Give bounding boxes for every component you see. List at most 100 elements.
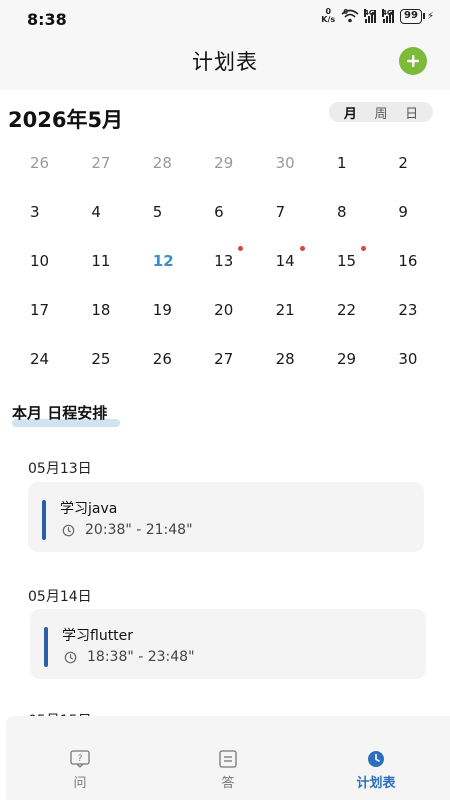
calendar-day-number: 27 (91, 154, 111, 172)
calendar-day[interactable]: 29 (192, 140, 253, 189)
calendar-day[interactable]: 20 (192, 287, 253, 336)
bottom-nav: ? 问 答 计划表 (6, 716, 450, 800)
calendar-day[interactable]: 1 (315, 140, 376, 189)
calendar-day-number: 20 (214, 301, 234, 319)
calendar-day-number: 14 (275, 252, 295, 270)
calendar-day-number: 3 (30, 203, 40, 221)
month-title: 2026年5月 (8, 108, 124, 132)
view-day-tab[interactable]: 日 (405, 103, 418, 122)
net-speed-unit: K/s (321, 15, 336, 24)
calendar-day[interactable]: 17 (8, 287, 69, 336)
net-speed: 0 K/s (321, 8, 335, 24)
calendar-day[interactable]: 28 (131, 140, 192, 189)
event-name: 学习java (60, 501, 118, 517)
calendar-day[interactable]: 13 (192, 238, 253, 287)
nav-label: 计划表 (356, 776, 396, 791)
calendar-day-number: 11 (91, 252, 111, 270)
calendar-day[interactable]: 27 (69, 140, 130, 189)
calendar-day[interactable]: 28 (254, 336, 315, 385)
battery-level: 99 (400, 8, 422, 24)
calendar-day[interactable]: 18 (69, 287, 130, 336)
calendar-day-number: 12 (152, 252, 174, 270)
calendar-day-number: 23 (398, 301, 418, 319)
calendar-day[interactable]: 16 (376, 238, 437, 287)
nav-item-plan[interactable]: 计划表 (302, 716, 450, 800)
calendar-day[interactable]: 3 (8, 189, 69, 238)
calendar-day[interactable]: 23 (376, 287, 437, 336)
nav-item-question[interactable]: ? 问 (6, 716, 154, 800)
calendar-day[interactable]: 22 (315, 287, 376, 336)
calendar-day-number: 9 (398, 203, 408, 221)
calendar-day[interactable]: 9 (376, 189, 437, 238)
app-header: 计划表 (0, 34, 450, 90)
calendar-day[interactable]: 29 (315, 336, 376, 385)
calendar-day[interactable]: 8 (315, 189, 376, 238)
clock-icon (368, 751, 384, 767)
calendar-day-number: 2 (398, 154, 408, 172)
calendar-day-number: 10 (30, 252, 50, 270)
question-icon: ? (70, 750, 90, 768)
calendar-day[interactable]: 6 (192, 189, 253, 238)
status-icons: 0 K/s 6 4G 4G 99 ⚡ (321, 8, 434, 24)
add-plan-button[interactable] (399, 47, 427, 75)
calendar-week-row: 3 4 5 6 7 8 9 (8, 189, 438, 238)
calendar-day[interactable]: 5 (131, 189, 192, 238)
event-time-row: 18:38" - 23:48" (64, 649, 195, 665)
plus-icon (407, 55, 419, 67)
calendar-day[interactable]: 14 (254, 238, 315, 287)
schedule-section-title: 本月 日程安排 (12, 404, 108, 422)
signal-2-label: 4G (382, 9, 393, 17)
calendar-day[interactable]: 27 (192, 336, 253, 385)
calendar-day-number: 29 (214, 154, 234, 172)
calendar-day[interactable]: 21 (254, 287, 315, 336)
calendar-day[interactable]: 11 (69, 238, 130, 287)
calendar-day-today[interactable]: 12 (131, 238, 192, 287)
calendar-day-number: 19 (152, 301, 172, 319)
view-toggle: 月 周 日 (329, 102, 433, 122)
battery-icon: 99 ⚡ (400, 8, 434, 24)
calendar-day[interactable]: 15 (315, 238, 376, 287)
view-month-tab[interactable]: 月 (344, 103, 357, 122)
event-card[interactable]: 学习flutter 18:38" - 23:48" (30, 609, 426, 679)
calendar-day-number: 1 (336, 154, 347, 172)
calendar-day[interactable]: 24 (8, 336, 69, 385)
calendar-week-row: 10 11 12 13 14 15 16 (8, 238, 438, 287)
calendar-day-number: 18 (91, 301, 111, 319)
calendar-day-number: 16 (398, 252, 418, 270)
calendar-day-number: 30 (275, 154, 295, 172)
calendar-day-number: 7 (275, 203, 286, 221)
event-card[interactable]: 学习java 20:38" - 21:48" (28, 482, 424, 552)
event-indicator-dot (360, 246, 366, 251)
calendar-day-number: 26 (152, 350, 172, 368)
calendar-day-number: 21 (275, 301, 295, 319)
calendar-day-number: 5 (152, 203, 163, 221)
calendar-day[interactable]: 4 (69, 189, 130, 238)
calendar-day[interactable]: 26 (8, 140, 69, 189)
calendar-day[interactable]: 30 (376, 336, 437, 385)
calendar-day[interactable]: 7 (254, 189, 315, 238)
calendar-day[interactable]: 26 (131, 336, 192, 385)
calendar-day-number: 24 (30, 350, 50, 368)
calendar-day[interactable]: 25 (69, 336, 130, 385)
status-bar: 8:38 0 K/s 6 4G 4G 99 ⚡ (0, 0, 450, 34)
calendar-day[interactable]: 10 (8, 238, 69, 287)
schedule-date-label: 05月14日 (28, 589, 92, 605)
calendar-day-number: 25 (91, 350, 111, 368)
page-title: 计划表 (192, 50, 258, 74)
view-week-tab[interactable]: 周 (374, 103, 387, 122)
status-time: 8:38 (27, 10, 67, 29)
calendar-day-number: 15 (336, 252, 357, 270)
nav-label: 问 (73, 776, 87, 791)
signal-1-label: 4G (364, 9, 375, 17)
svg-text:?: ? (78, 754, 83, 764)
calendar-day[interactable]: 30 (254, 140, 315, 189)
clock-icon (64, 651, 77, 663)
clock-icon (62, 524, 75, 536)
calendar-day[interactable]: 2 (376, 140, 437, 189)
calendar-day[interactable]: 19 (131, 287, 192, 336)
answer-icon (219, 750, 237, 768)
calendar-week-row: 24 25 26 27 28 29 30 (8, 336, 438, 385)
nav-item-answer[interactable]: 答 (154, 716, 302, 800)
nav-label: 答 (221, 776, 235, 791)
calendar-day-number: 26 (30, 154, 50, 172)
